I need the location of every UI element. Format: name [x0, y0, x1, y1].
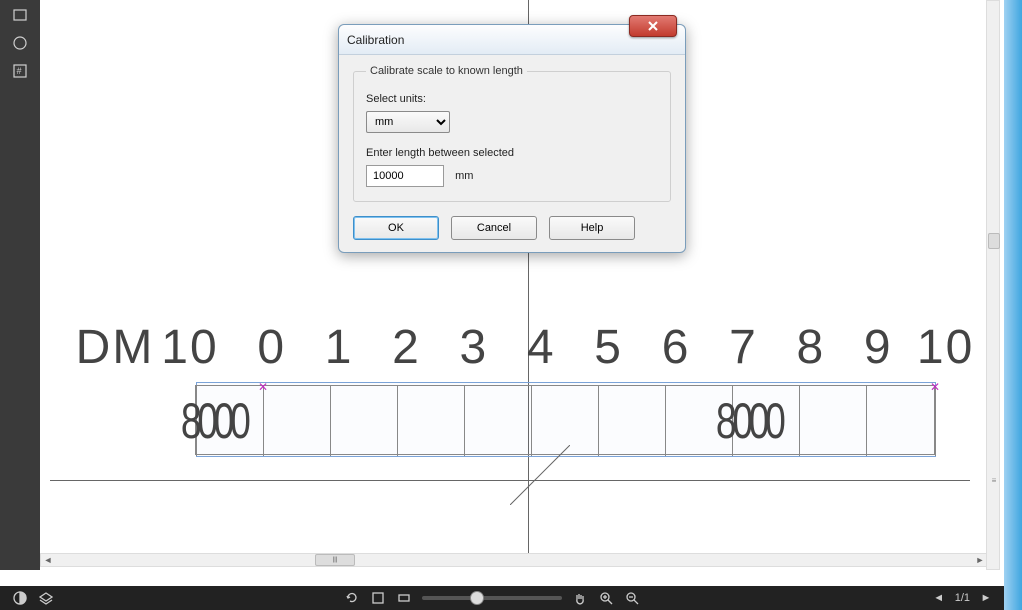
dialog-title: Calibration	[347, 33, 404, 47]
length-label: Enter length between selected	[366, 147, 658, 159]
svg-text:#: #	[17, 66, 22, 76]
next-page-icon[interactable]: ►	[978, 590, 994, 606]
close-button[interactable]	[629, 15, 677, 37]
fit-width-icon[interactable]	[396, 590, 412, 606]
length-input[interactable]	[366, 165, 444, 187]
scroll-right-arrow-icon[interactable]: ►	[973, 554, 987, 566]
close-icon	[646, 20, 660, 32]
scroll-left-arrow-icon[interactable]: ◄	[41, 554, 55, 566]
hash-tool-icon[interactable]: #	[9, 60, 31, 82]
ruler-num-3: 3	[440, 320, 507, 375]
left-annotation: 8000	[181, 392, 246, 450]
calibration-dialog: Calibration Calibrate scale to known len…	[338, 24, 686, 253]
ruler-num-7: 7	[710, 320, 777, 375]
ruler-num-10: 10	[912, 320, 979, 375]
left-toolbar: #	[0, 0, 40, 570]
vscroll-grip-icon: ≡	[987, 471, 1001, 489]
rotate-icon[interactable]	[344, 590, 360, 606]
units-select[interactable]: mm	[366, 111, 450, 133]
zoom-out-icon[interactable]	[624, 590, 640, 606]
vscroll-thumb[interactable]	[988, 233, 1000, 249]
right-annotation: 8000	[716, 392, 781, 450]
zoom-in-icon[interactable]	[598, 590, 614, 606]
ruler-prefix-num: 10	[160, 320, 220, 375]
calibration-fieldset: Calibrate scale to known length Select u…	[353, 65, 671, 202]
page-indicator: 1/1	[955, 592, 970, 604]
prev-page-icon[interactable]: ◄	[931, 590, 947, 606]
ruler-prefix: DM	[70, 320, 160, 375]
ok-button[interactable]: OK	[353, 216, 439, 240]
hscroll-thumb[interactable]: Ⅲ	[315, 554, 355, 566]
length-suffix: mm	[455, 170, 473, 182]
contrast-icon[interactable]	[12, 590, 28, 606]
ruler-number-row: DM 10 0 1 2 3 4 5 6 7 8 9 10	[70, 320, 979, 375]
rectangle-tool-icon[interactable]	[9, 4, 31, 26]
ruler-num-6: 6	[642, 320, 709, 375]
fieldset-legend: Calibrate scale to known length	[366, 65, 527, 77]
cancel-button[interactable]: Cancel	[451, 216, 537, 240]
calibration-marker-right[interactable]: ✕	[930, 382, 940, 392]
section-diagonal	[510, 445, 570, 505]
zoom-slider[interactable]	[422, 596, 562, 600]
ruler-num-9: 9	[845, 320, 912, 375]
ruler-num-5: 5	[575, 320, 642, 375]
ruler-num-2: 2	[373, 320, 440, 375]
zoom-slider-knob[interactable]	[470, 591, 484, 605]
horizontal-scrollbar[interactable]: ◄ Ⅲ ►	[40, 553, 988, 567]
ruler-num-1: 1	[305, 320, 372, 375]
status-bar: ◄ 1/1 ►	[0, 586, 1004, 610]
units-label: Select units:	[366, 93, 658, 105]
layers-icon[interactable]	[38, 590, 54, 606]
hscroll-track[interactable]: Ⅲ	[55, 554, 973, 566]
window-right-edge	[1004, 0, 1022, 610]
hand-tool-icon[interactable]	[572, 590, 588, 606]
fit-page-icon[interactable]	[370, 590, 386, 606]
help-button[interactable]: Help	[549, 216, 635, 240]
ruler-num-0: 0	[238, 320, 305, 375]
circle-tool-icon[interactable]	[9, 32, 31, 54]
ruler-num-4: 4	[508, 320, 575, 375]
vertical-scrollbar[interactable]: ≡	[986, 0, 1000, 570]
ruler-num-8: 8	[777, 320, 844, 375]
calibration-marker-left[interactable]: ✕	[258, 382, 268, 392]
